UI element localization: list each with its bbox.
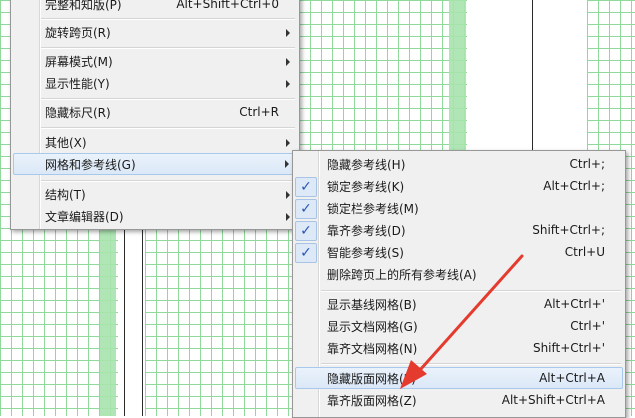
menu-item-label: 隐藏标尺(R) — [45, 105, 111, 120]
submenu-item-lock-column-guides[interactable]: ✓ 锁定栏参考线(M) — [293, 197, 625, 219]
menu-item-shortcut: Alt+Shift+Ctrl+0 — [176, 0, 279, 11]
checkmark-icon: ✓ — [295, 177, 317, 197]
submenu-item-show-document-grid[interactable]: 显示文档网格(G) Ctrl+' — [293, 315, 625, 337]
menu-item-label: 靠齐参考线(D) — [327, 223, 406, 238]
page-edge-line — [124, 225, 125, 416]
menu-item-shortcut: Alt+Shift+Ctrl+A — [501, 393, 605, 407]
menu-item-rotate-spread[interactable]: 旋转跨页(R) — [11, 21, 299, 43]
menu-item-shortcut: Ctrl+U — [564, 245, 605, 259]
menu-item-label: 靠齐文档网格(N) — [327, 341, 418, 356]
menu-item-label: 网格和参考线(G) — [45, 157, 136, 172]
grids-guides-submenu: 隐藏参考线(H) Ctrl+; ✓ 锁定参考线(K) Alt+Ctrl+; ✓ … — [292, 150, 626, 418]
menu-item-label: 旋转跨页(R) — [45, 25, 111, 40]
view-menu: 完整和知版(P) Alt+Shift+Ctrl+0 旋转跨页(R) 屏幕模式(M… — [10, 0, 300, 230]
grid-margin-column — [100, 230, 116, 416]
submenu-arrow-icon — [286, 213, 290, 221]
checkmark-icon: ✓ — [295, 243, 317, 263]
menu-item-label: 隐藏参考线(H) — [327, 157, 406, 172]
menu-item-screen-mode[interactable]: 屏幕模式(M) — [11, 50, 299, 72]
submenu-arrow-icon — [286, 29, 290, 37]
submenu-item-hide-layout-grid[interactable]: 隐藏版面网格(E) Alt+Ctrl+A — [295, 367, 623, 389]
submenu-item-show-baseline-grid[interactable]: 显示基线网格(B) Alt+Ctrl+' — [293, 293, 625, 315]
menu-item-label: 文章编辑器(D) — [45, 209, 124, 224]
menu-item-label: 结构(T) — [45, 187, 86, 202]
submenu-arrow-icon — [286, 139, 290, 147]
menu-item-shortcut: Shift+Ctrl+; — [532, 223, 605, 237]
menu-item-display-performance[interactable]: 显示性能(Y) — [11, 72, 299, 94]
submenu-item-snap-to-layout-grid[interactable]: 靠齐版面网格(Z) Alt+Shift+Ctrl+A — [293, 389, 625, 411]
submenu-item-lock-guides[interactable]: ✓ 锁定参考线(K) Alt+Ctrl+; — [293, 175, 625, 197]
submenu-item-delete-all-guides[interactable]: 删除跨页上的所有参考线(A) — [293, 263, 625, 285]
submenu-item-hide-guides[interactable]: 隐藏参考线(H) Ctrl+; — [293, 153, 625, 175]
menu-item-shortcut: Ctrl+; — [569, 157, 605, 171]
menu-item-label: 显示基线网格(B) — [327, 297, 417, 312]
submenu-item-smart-guides[interactable]: ✓ 智能参考线(S) Ctrl+U — [293, 241, 625, 263]
menu-item-label: 其他(X) — [45, 135, 87, 150]
menu-item-label: 智能参考线(S) — [327, 245, 404, 260]
menu-item-shortcut: Shift+Ctrl+' — [532, 341, 605, 355]
menu-item-label: 锁定参考线(K) — [327, 179, 405, 194]
menu-item-structure[interactable]: 结构(T) — [11, 183, 299, 205]
page-edge-line — [532, 0, 533, 150]
checkmark-icon: ✓ — [295, 221, 317, 241]
menu-item-extras[interactable]: 其他(X) — [11, 131, 299, 153]
menu-item-shortcut: Ctrl+R — [239, 105, 279, 119]
menu-item-shortcut: Alt+Ctrl+A — [539, 371, 605, 385]
menu-item-grids-and-guides[interactable]: 网格和参考线(G) — [13, 153, 297, 175]
menu-item-story-editor[interactable]: 文章编辑器(D) — [11, 205, 299, 227]
menu-item-shortcut: Alt+Ctrl+' — [543, 297, 605, 311]
submenu-arrow-icon — [285, 160, 289, 168]
menu-item-shortcut: Alt+Ctrl+; — [543, 179, 605, 193]
submenu-arrow-icon — [286, 191, 290, 199]
menu-item-label: 显示性能(Y) — [45, 76, 110, 91]
page-edge-line — [142, 225, 143, 416]
submenu-item-snap-to-document-grid[interactable]: 靠齐文档网格(N) Shift+Ctrl+' — [293, 337, 625, 359]
menu-item-label: 靠齐版面网格(Z) — [327, 393, 417, 408]
menu-item-shortcut: Ctrl+' — [570, 319, 605, 333]
submenu-arrow-icon — [286, 58, 290, 66]
menu-item-label: 隐藏版面网格(E) — [327, 371, 416, 386]
menu-item-label: 删除跨页上的所有参考线(A) — [327, 267, 477, 282]
menu-item-label: 显示文档网格(G) — [327, 319, 418, 334]
menu-item-label: 锁定栏参考线(M) — [327, 201, 419, 216]
menu-item-label: 屏幕模式(M) — [45, 54, 113, 69]
checkmark-icon: ✓ — [295, 199, 317, 219]
menu-item-overprint[interactable]: 完整和知版(P) Alt+Shift+Ctrl+0 — [11, 0, 299, 15]
menu-item-label: 完整和知版(P) — [45, 0, 122, 12]
menu-item-hide-rulers[interactable]: 隐藏标尺(R) Ctrl+R — [11, 101, 299, 123]
submenu-item-snap-to-guides[interactable]: ✓ 靠齐参考线(D) Shift+Ctrl+; — [293, 219, 625, 241]
submenu-arrow-icon — [286, 80, 290, 88]
